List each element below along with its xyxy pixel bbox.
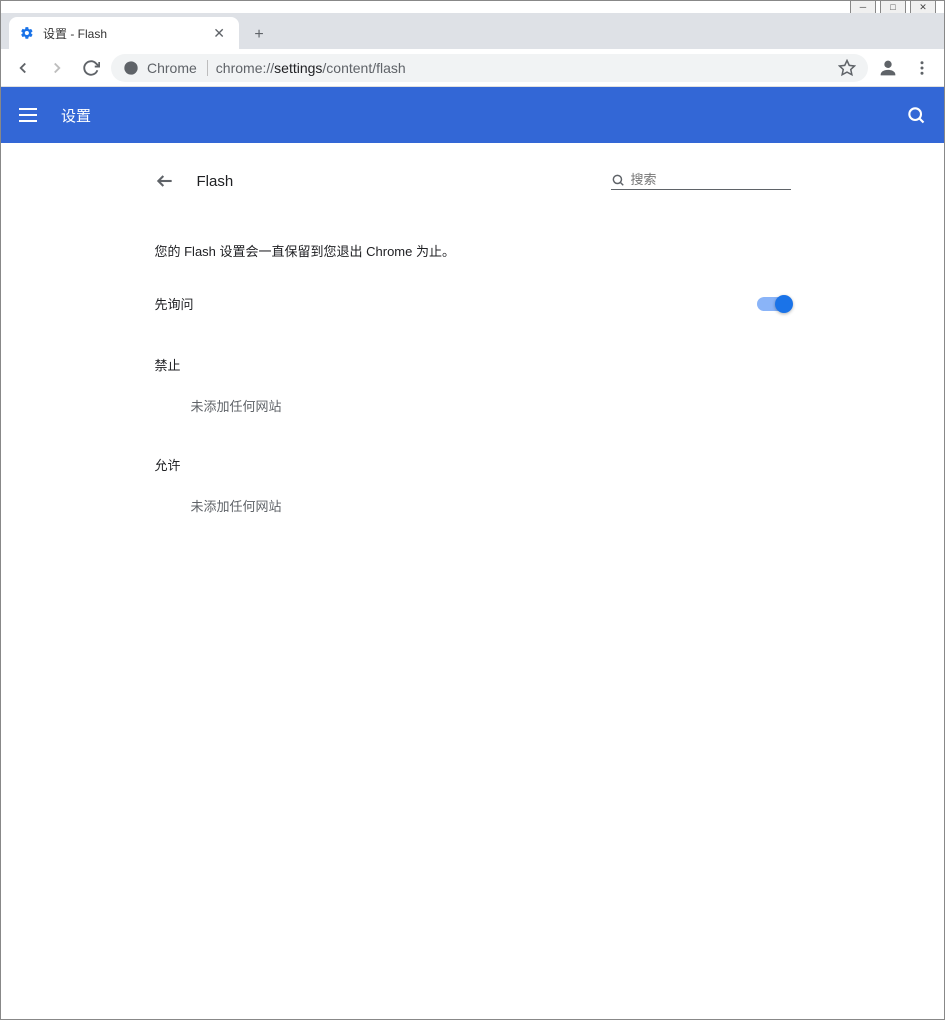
ask-first-row: 先询问 <box>133 282 813 325</box>
site-info-icon[interactable] <box>123 60 139 76</box>
minimize-button[interactable]: ─ <box>850 0 876 14</box>
bookmark-star-icon[interactable] <box>838 59 856 77</box>
header-search-icon[interactable] <box>906 105 926 125</box>
block-section-label: 禁止 <box>133 325 813 382</box>
window-titlebar: ─ □ ✕ <box>1 1 944 13</box>
flash-notice: 您的 Flash 设置会一直保留到您退出 Chrome 为止。 <box>133 207 813 282</box>
close-tab-icon[interactable]: ✕ <box>209 23 229 44</box>
search-icon <box>611 173 625 187</box>
content-area: Flash 您的 Flash 设置会一直保留到您退出 Chrome 为止。 先询… <box>1 143 944 1019</box>
block-empty-message: 未添加任何网站 <box>133 382 813 425</box>
hamburger-menu-icon[interactable] <box>19 103 43 127</box>
settings-title: 设置 <box>61 105 91 126</box>
inline-search[interactable] <box>611 172 791 190</box>
browser-tab[interactable]: 设置 - Flash ✕ <box>9 17 239 49</box>
reload-button[interactable] <box>77 54 105 82</box>
new-tab-button[interactable]: + <box>245 21 273 49</box>
menu-button[interactable] <box>908 54 936 82</box>
allow-section-label: 允许 <box>133 425 813 482</box>
browser-toolbar: Chrome chrome://settings/content/flash <box>1 49 944 87</box>
tab-strip: 设置 - Flash ✕ + <box>1 13 944 49</box>
profile-avatar-icon[interactable] <box>874 54 902 82</box>
maximize-button[interactable]: □ <box>880 0 906 14</box>
search-input[interactable] <box>631 172 791 187</box>
address-bar[interactable]: Chrome chrome://settings/content/flash <box>111 54 868 82</box>
gear-icon <box>19 25 35 41</box>
settings-header: 设置 <box>1 87 944 143</box>
close-window-button[interactable]: ✕ <box>910 0 936 14</box>
page-header: Flash <box>133 163 813 207</box>
forward-button[interactable] <box>43 54 71 82</box>
omnibox-url: chrome://settings/content/flash <box>216 60 830 76</box>
toggle-knob <box>775 295 793 313</box>
settings-card: Flash 您的 Flash 设置会一直保留到您退出 Chrome 为止。 先询… <box>133 143 813 1019</box>
page-title: Flash <box>197 173 234 190</box>
tab-title: 设置 - Flash <box>43 25 107 42</box>
ask-first-toggle[interactable] <box>757 297 791 311</box>
back-arrow-icon[interactable] <box>155 171 175 191</box>
back-button[interactable] <box>9 54 37 82</box>
allow-empty-message: 未添加任何网站 <box>133 482 813 525</box>
omnibox-chrome-label: Chrome <box>147 60 208 76</box>
ask-first-label: 先询问 <box>155 294 194 313</box>
